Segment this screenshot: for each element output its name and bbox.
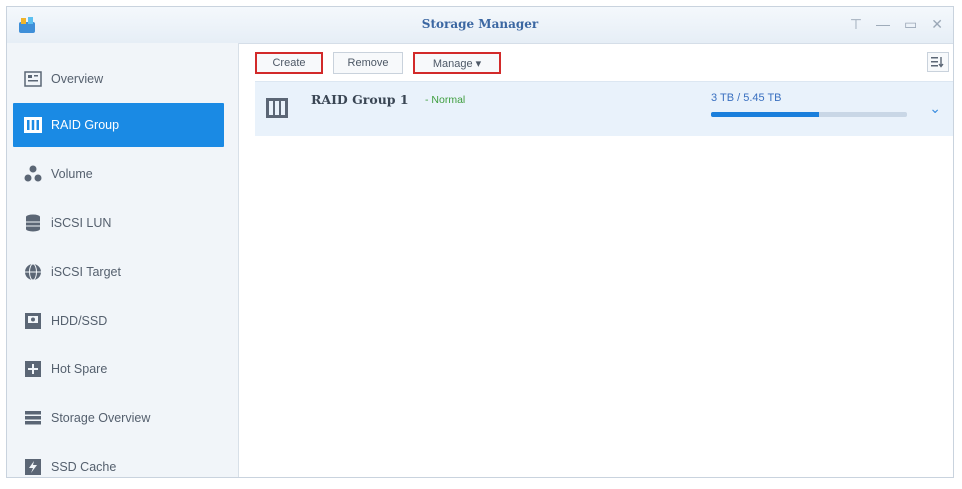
- overview-icon: [24, 71, 42, 87]
- sidebar-item-ssd-cache[interactable]: SSD Cache: [13, 445, 224, 489]
- sidebar-item-label: iSCSI LUN: [51, 216, 112, 230]
- sidebar-item-volume[interactable]: Volume: [13, 152, 224, 196]
- raid-group-icon: [266, 98, 288, 118]
- sidebar-item-iscsi-target[interactable]: iSCSI Target: [13, 250, 224, 294]
- pin-icon[interactable]: ⊤: [850, 16, 862, 32]
- view-options-button[interactable]: [927, 52, 949, 72]
- raid-group-status: - Normal: [425, 94, 466, 106]
- hdd-icon: [25, 313, 41, 329]
- sidebar-item-label: SSD Cache: [51, 460, 117, 474]
- usage-progress-bar: [711, 112, 907, 117]
- storage-manager-window: Storage Manager ⊤ — ▭ ✕ Overview RAID Gr…: [6, 6, 954, 478]
- raid-group-name: RAID Group 1: [311, 92, 409, 107]
- volume-icon: [24, 165, 42, 182]
- list-view-icon: [931, 57, 944, 68]
- main-panel: Create Remove Manage ▾ RAID Group 1 - No…: [239, 43, 953, 477]
- storage-overview-icon: [25, 411, 41, 425]
- ssd-cache-icon: [25, 459, 41, 475]
- toolbar: Create Remove Manage ▾: [239, 43, 953, 79]
- sidebar-item-label: Volume: [51, 167, 93, 181]
- chevron-down-icon[interactable]: ⌄: [929, 100, 941, 117]
- sidebar-item-label: HDD/SSD: [51, 314, 108, 328]
- sidebar-item-label: Hot Spare: [51, 362, 108, 376]
- sidebar-item-label: RAID Group: [51, 118, 120, 132]
- hot-spare-icon: [25, 361, 41, 377]
- window-controls: ⊤ — ▭ ✕: [850, 16, 943, 32]
- sidebar: Overview RAID Group Volume iSCSI LUN iSC…: [7, 43, 239, 477]
- raid-group-row[interactable]: RAID Group 1 - Normal 3 TB / 5.45 TB ⌄: [255, 81, 953, 136]
- sidebar-item-iscsi-lun[interactable]: iSCSI LUN: [13, 201, 224, 245]
- sidebar-item-label: iSCSI Target: [51, 265, 121, 279]
- create-button[interactable]: Create: [255, 52, 323, 74]
- sidebar-item-overview[interactable]: Overview: [13, 57, 224, 101]
- sidebar-item-hot-spare[interactable]: Hot Spare: [13, 347, 224, 391]
- sidebar-item-hdd-ssd[interactable]: HDD/SSD: [13, 299, 224, 343]
- remove-button[interactable]: Remove: [333, 52, 403, 74]
- title-bar: Storage Manager ⊤ — ▭ ✕: [7, 7, 953, 44]
- maximize-icon[interactable]: ▭: [904, 16, 917, 32]
- manage-button[interactable]: Manage ▾: [413, 52, 501, 74]
- usage-progress-fill: [711, 112, 819, 117]
- close-icon[interactable]: ✕: [931, 16, 943, 32]
- sidebar-item-raid-group[interactable]: RAID Group: [13, 103, 224, 147]
- raid-group-icon: [24, 117, 42, 133]
- sidebar-item-label: Overview: [51, 72, 104, 86]
- minimize-icon[interactable]: —: [876, 16, 890, 32]
- window-title: Storage Manager: [421, 17, 539, 31]
- iscsi-target-icon: [25, 263, 41, 281]
- sidebar-item-storage-overview[interactable]: Storage Overview: [13, 396, 224, 440]
- iscsi-lun-icon: [26, 214, 40, 232]
- sidebar-item-label: Storage Overview: [51, 411, 151, 425]
- raid-group-usage: 3 TB / 5.45 TB: [711, 92, 782, 104]
